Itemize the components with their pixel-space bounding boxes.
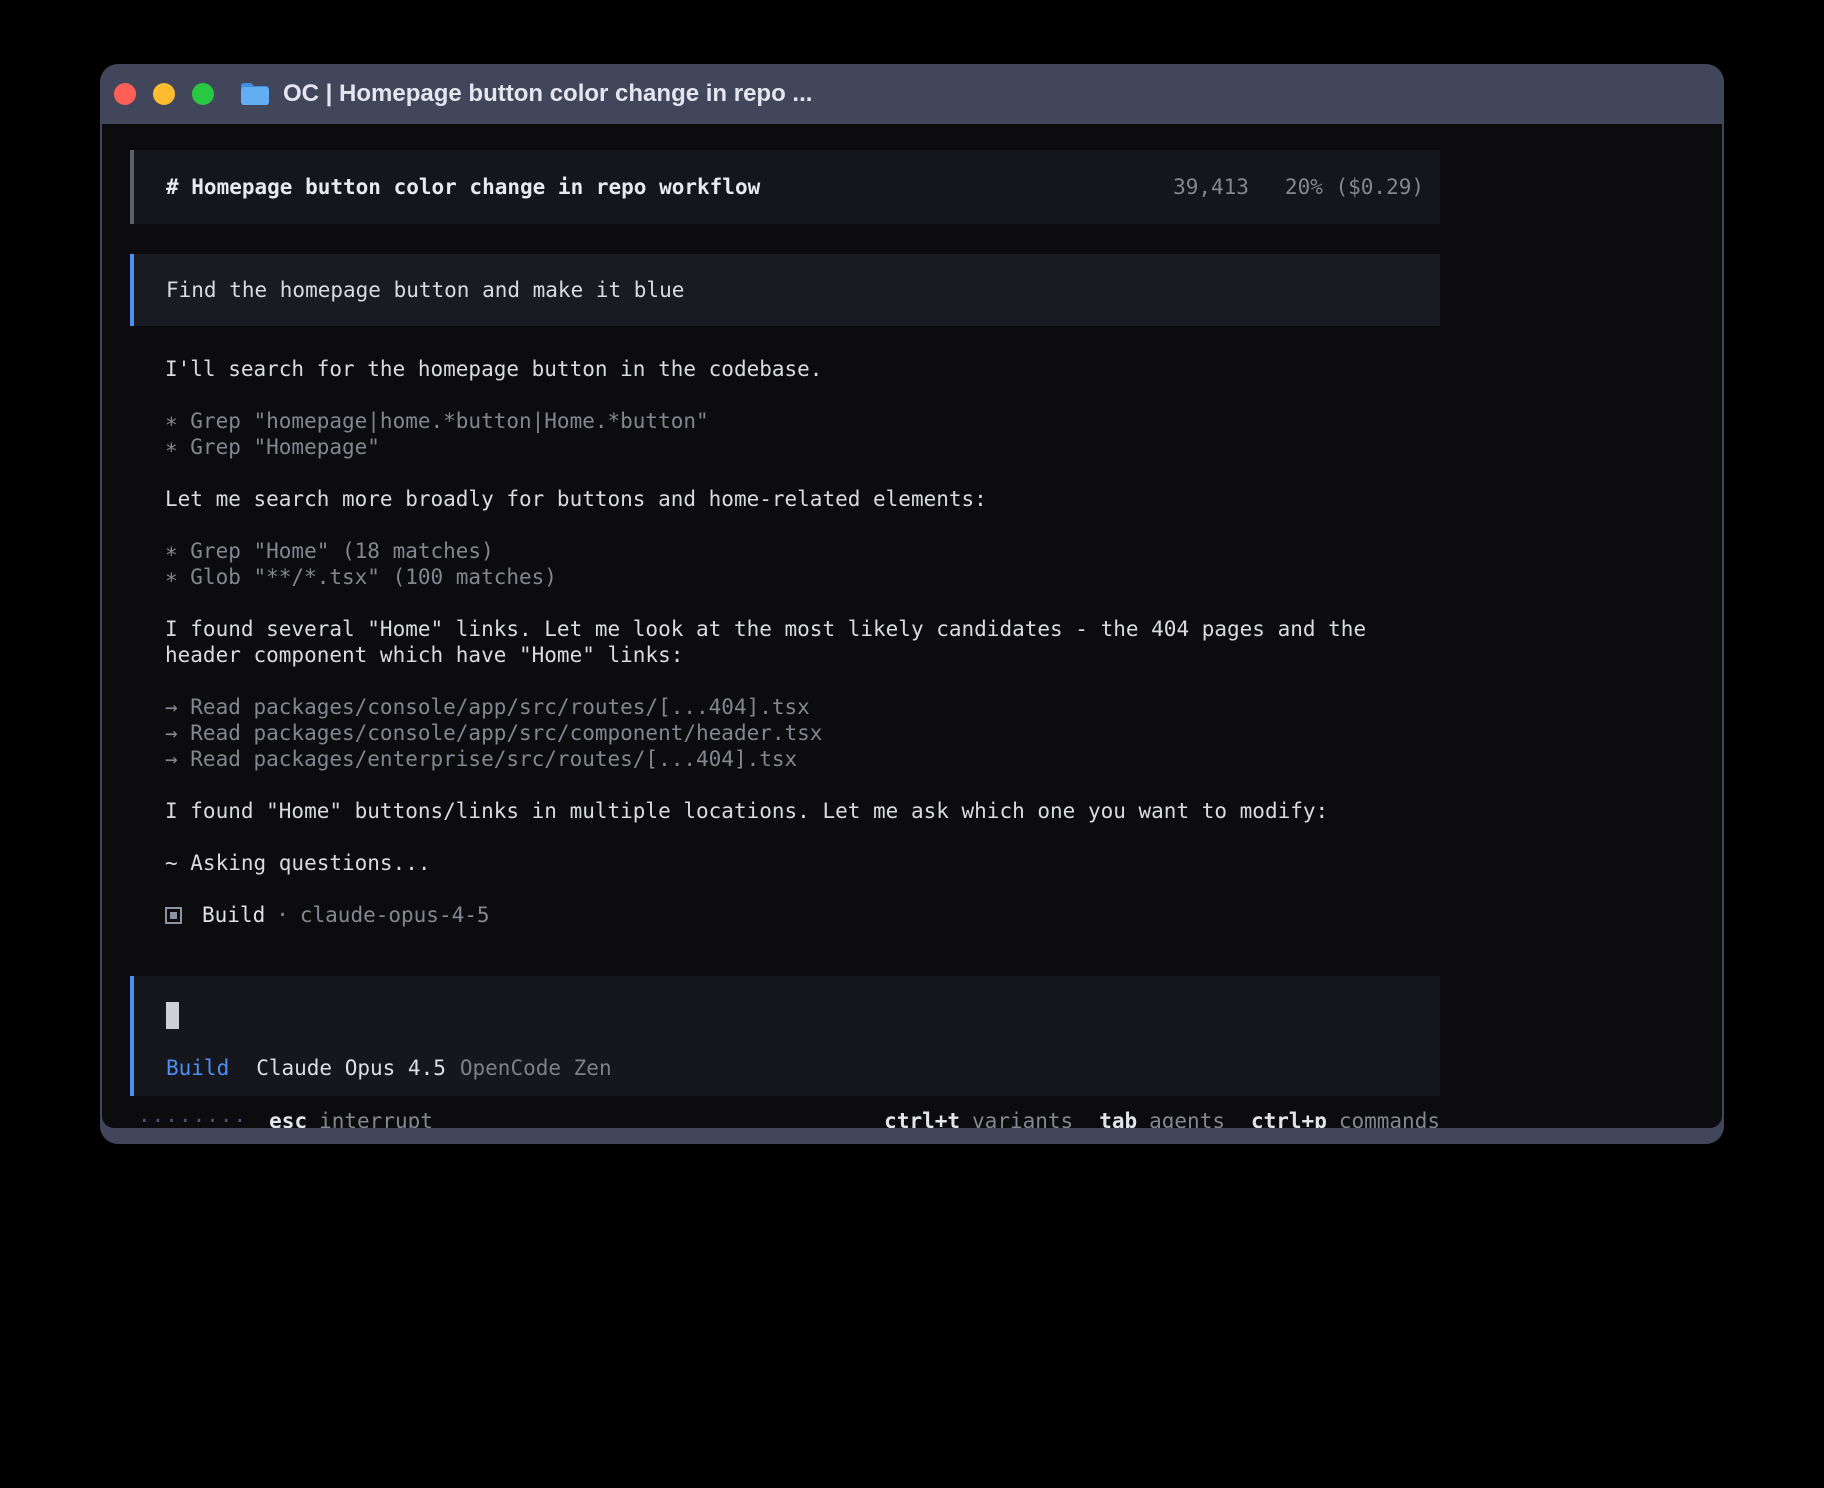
tool-call-grep: ∗ Grep "homepage|home.*button|Home.*butt… — [165, 408, 1440, 434]
tool-call-group: ∗ Grep "Home" (18 matches) ∗ Glob "**/*.… — [165, 538, 1440, 590]
message-input[interactable]: Build Claude Opus 4.5 OpenCode Zen — [130, 976, 1440, 1096]
tool-call-read: → Read packages/enterprise/src/routes/[.… — [165, 746, 1440, 772]
session-stats: 39,413 20% ($0.29) — [1173, 174, 1424, 200]
assistant-paragraph: I found "Home" buttons/links in multiple… — [165, 798, 1440, 824]
user-message-text: Find the homepage button and make it blu… — [166, 277, 684, 303]
esc-key-hint: esc — [269, 1108, 307, 1128]
assistant-text: Let me search more broadly for buttons a… — [165, 486, 1440, 512]
context-usage: 20% ($0.29) — [1285, 175, 1424, 199]
status-bar: ········ esc interrupt ctrl+t variants t… — [130, 1108, 1440, 1128]
tool-call-group: ∗ Grep "homepage|home.*button|Home.*butt… — [165, 408, 1440, 460]
input-mode-label[interactable]: Build — [166, 1055, 229, 1081]
status-left: ········ esc interrupt — [138, 1108, 433, 1128]
user-message: Find the homepage button and make it blu… — [130, 254, 1440, 326]
tool-call-glob: ∗ Glob "**/*.tsx" (100 matches) — [165, 564, 1440, 590]
zoom-button[interactable] — [192, 83, 214, 105]
assistant-status-text: ~ Asking questions... — [165, 850, 1440, 876]
session-header: # Homepage button color change in repo w… — [130, 150, 1440, 224]
assistant-paragraph: Let me search more broadly for buttons a… — [165, 486, 1440, 512]
token-count: 39,413 — [1173, 175, 1249, 199]
terminal-content: # Homepage button color change in repo w… — [102, 124, 1722, 1128]
minimize-button[interactable] — [153, 83, 175, 105]
agent-model: claude-opus-4-5 — [300, 902, 490, 928]
text-cursor — [166, 1002, 179, 1029]
terminal-window: OC | Homepage button color change in rep… — [100, 64, 1724, 1144]
input-meta: Build Claude Opus 4.5 OpenCode Zen — [166, 1055, 1440, 1081]
tool-call-grep: ∗ Grep "Homepage" — [165, 434, 1440, 460]
activity-dots: ········ — [138, 1108, 247, 1128]
shortcut-variants: ctrl+t variants — [884, 1108, 1073, 1128]
agent-separator: · — [276, 902, 289, 928]
ctrl-t-key-hint: ctrl+t — [884, 1108, 960, 1128]
agent-icon — [165, 907, 182, 924]
status-right: ctrl+t variants tab agents ctrl+p comman… — [884, 1108, 1440, 1128]
assistant-paragraph: ~ Asking questions... — [165, 850, 1440, 876]
traffic-lights — [114, 83, 214, 105]
input-provider-label: OpenCode Zen — [460, 1055, 612, 1081]
tool-call-grep: ∗ Grep "Home" (18 matches) — [165, 538, 1440, 564]
folder-icon — [240, 81, 270, 107]
assistant-paragraph: I found several "Home" links. Let me loo… — [165, 616, 1440, 668]
interrupt-label: interrupt — [319, 1108, 433, 1128]
tool-call-read: → Read packages/console/app/src/componen… — [165, 720, 1440, 746]
title-group: OC | Homepage button color change in rep… — [240, 80, 812, 108]
agents-label: agents — [1149, 1108, 1225, 1128]
window-titlebar[interactable]: OC | Homepage button color change in rep… — [102, 64, 1722, 124]
tool-call-group: → Read packages/console/app/src/routes/[… — [165, 694, 1440, 772]
assistant-text: I found several "Home" links. Let me loo… — [165, 616, 1440, 642]
agent-name: Build — [202, 902, 265, 928]
shortcut-commands: ctrl+p commands — [1251, 1108, 1440, 1128]
variants-label: variants — [972, 1108, 1073, 1128]
window-title: OC | Homepage button color change in rep… — [283, 80, 812, 108]
tab-key-hint: tab — [1099, 1108, 1137, 1128]
close-button[interactable] — [114, 83, 136, 105]
assistant-text: I found "Home" buttons/links in multiple… — [165, 798, 1440, 824]
commands-label: commands — [1339, 1108, 1440, 1128]
assistant-text: I'll search for the homepage button in t… — [165, 356, 1440, 382]
agent-status: Build · claude-opus-4-5 — [165, 902, 1440, 928]
input-model-label[interactable]: Claude Opus 4.5 — [256, 1055, 446, 1081]
assistant-text: header component which have "Home" links… — [165, 642, 1440, 668]
session-title: # Homepage button color change in repo w… — [166, 174, 760, 200]
transcript: I'll search for the homepage button in t… — [130, 356, 1440, 954]
tool-call-read: → Read packages/console/app/src/routes/[… — [165, 694, 1440, 720]
assistant-paragraph: I'll search for the homepage button in t… — [165, 356, 1440, 382]
shortcut-agents: tab agents — [1099, 1108, 1225, 1128]
ctrl-p-key-hint: ctrl+p — [1251, 1108, 1327, 1128]
